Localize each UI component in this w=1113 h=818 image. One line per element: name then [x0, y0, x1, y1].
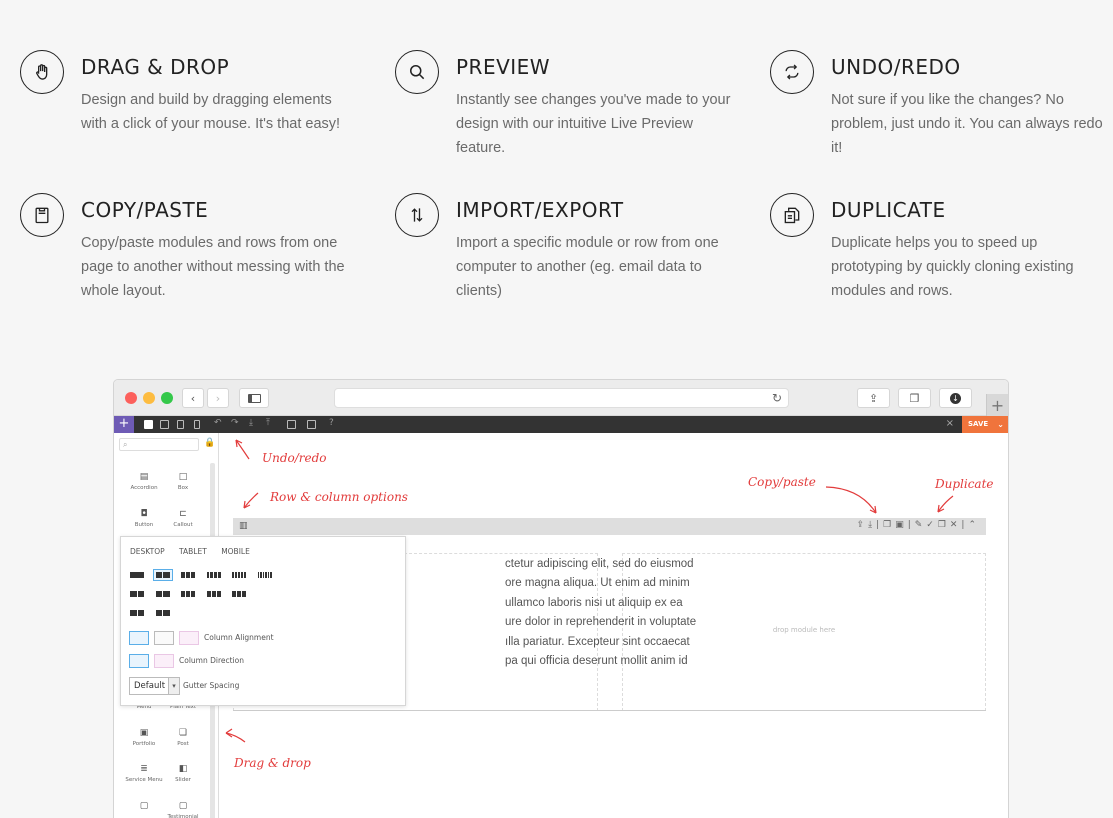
arrow-dup [937, 495, 954, 513]
annotation-arrows [225, 439, 954, 743]
arrow-undo [235, 439, 250, 460]
arrow-row [243, 492, 259, 509]
arrow-copy [825, 486, 877, 514]
